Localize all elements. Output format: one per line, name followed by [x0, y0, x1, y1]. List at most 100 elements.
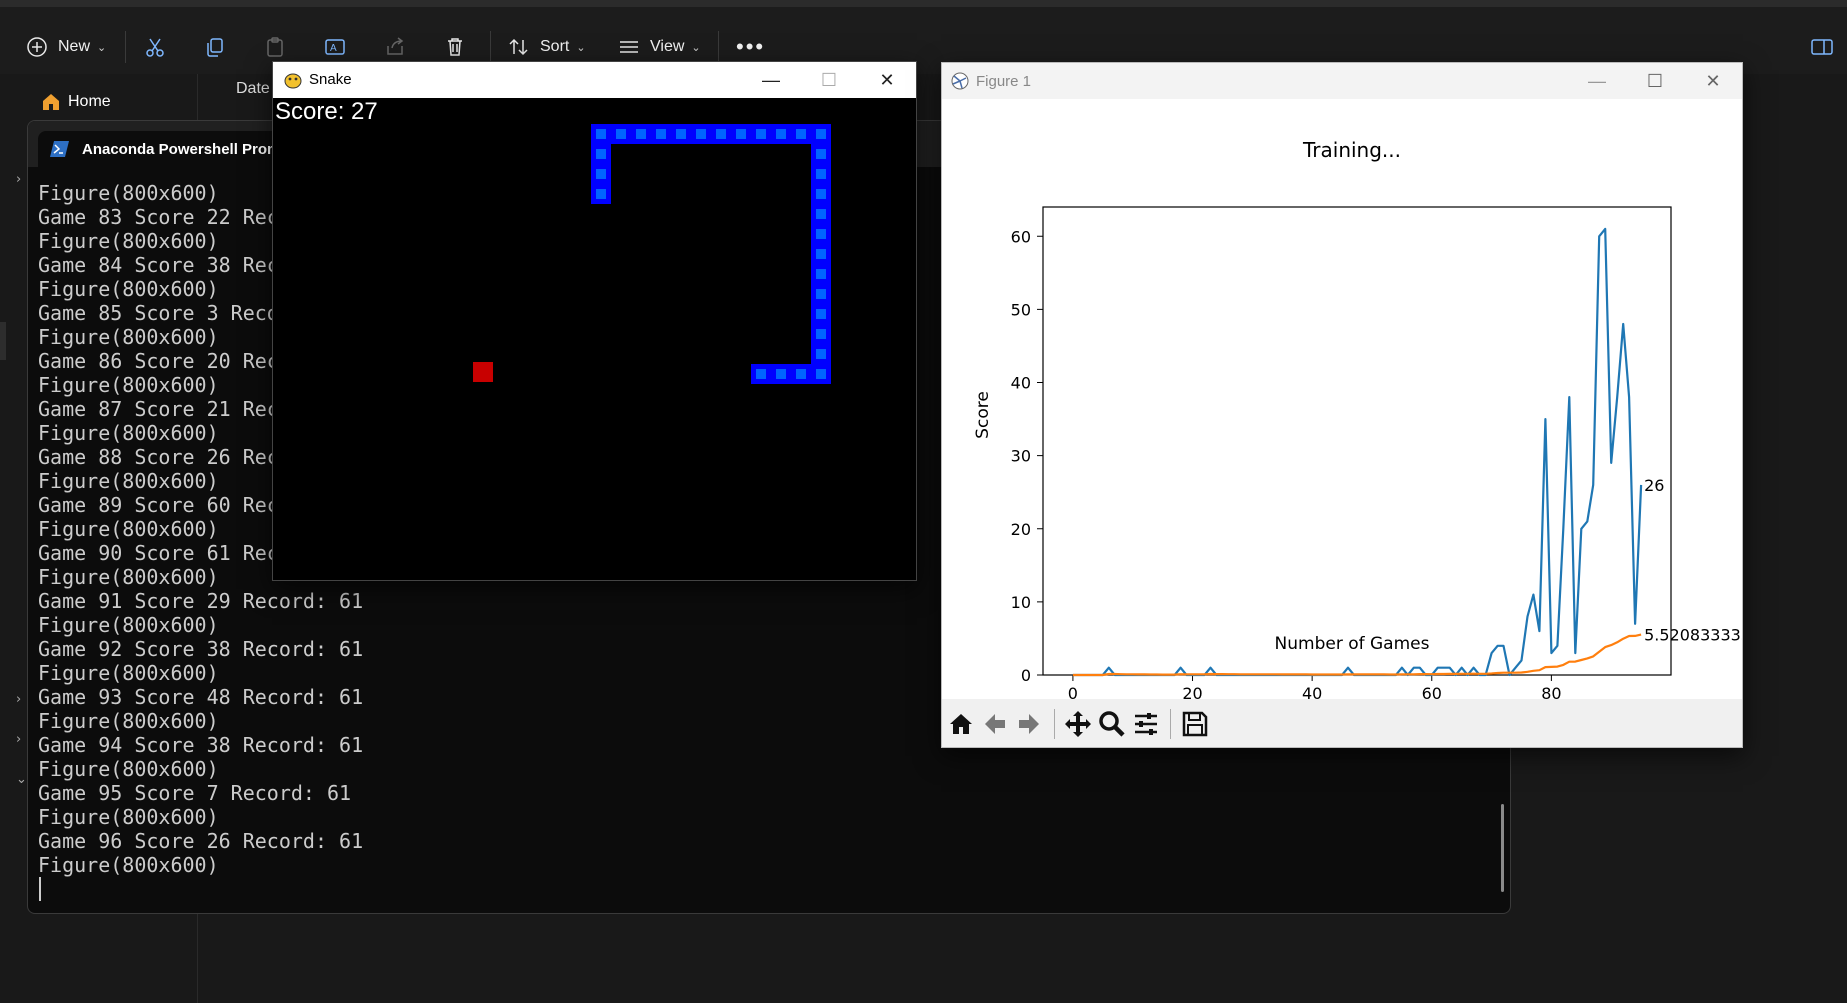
sort-arrows-icon	[509, 38, 528, 56]
toolbar-divider	[490, 31, 491, 63]
toolbar-divider	[1170, 709, 1171, 739]
y-tick-label: 30	[1011, 447, 1031, 466]
terminal-line: Game 93 Score 48 Record: 61	[38, 685, 364, 709]
view-button[interactable]: View ⌄	[618, 29, 701, 65]
forward-button[interactable]	[1012, 707, 1046, 741]
snake-segment-inner	[736, 129, 746, 139]
toolbar-divider	[125, 31, 126, 63]
rename-icon: A	[325, 39, 345, 55]
chevron-right-icon[interactable]: ›	[16, 172, 21, 187]
chevron-right-icon[interactable]: ›	[16, 692, 21, 707]
chevron-down-icon[interactable]: ⌄	[16, 772, 27, 787]
terminal-line: Figure(800x600)	[38, 709, 219, 733]
snake-segment-inner	[596, 169, 606, 179]
minimize-button[interactable]: —	[1568, 63, 1626, 99]
share-button[interactable]	[384, 29, 406, 65]
minimize-button[interactable]: —	[742, 62, 800, 98]
copy-button[interactable]	[204, 29, 226, 65]
x-tick-label: 20	[1182, 684, 1202, 699]
y-tick-label: 40	[1011, 374, 1031, 393]
terminal-line: Figure(800x600)	[38, 853, 219, 877]
terminal-line: Game 94 Score 38 Record: 61	[38, 733, 364, 757]
save-figure-button[interactable]	[1178, 707, 1212, 741]
snake-segment-inner	[816, 309, 826, 319]
game-canvas[interactable]: Score: 27	[273, 98, 916, 580]
chevron-right-icon[interactable]: ›	[16, 732, 21, 747]
snake-segment-inner	[656, 129, 666, 139]
move-arrows-icon	[1065, 711, 1091, 737]
snake-segment-inner	[596, 129, 606, 139]
snake-segment-inner	[816, 329, 826, 339]
close-button[interactable]: ✕	[1684, 63, 1742, 99]
scissors-icon	[146, 38, 164, 57]
snake-segment-inner	[816, 369, 826, 379]
snake-segment-inner	[716, 129, 726, 139]
home-icon	[43, 94, 59, 110]
snake-titlebar: Snake — ☐ ✕	[273, 62, 916, 98]
maximize-button[interactable]: ☐	[1626, 63, 1684, 99]
x-tick-label: 60	[1422, 684, 1442, 699]
scrollbar-thumb[interactable]	[1501, 804, 1504, 892]
snake-segment-inner	[816, 349, 826, 359]
figure-window[interactable]: Figure 1 — ☐ ✕ Training... Number of Gam…	[941, 62, 1743, 748]
home-label: Home	[68, 93, 111, 110]
zoom-button[interactable]	[1095, 707, 1129, 741]
chevron-down-icon: ⌄	[691, 41, 701, 54]
back-button[interactable]	[978, 707, 1012, 741]
series-end-label: 26	[1644, 476, 1664, 495]
pan-button[interactable]	[1061, 707, 1095, 741]
y-tick-label: 10	[1011, 593, 1031, 612]
column-header-date[interactable]: Date	[236, 80, 270, 98]
snake-segment-inner	[676, 129, 686, 139]
close-icon: ✕	[1705, 70, 1721, 91]
toolbar-divider	[1054, 709, 1055, 739]
chart-title: Training...	[1302, 138, 1401, 162]
snake-window[interactable]: Snake — ☐ ✕ Score: 27	[272, 61, 917, 581]
y-tick-label: 50	[1011, 300, 1031, 319]
terminal-line: Game 92 Score 38 Record: 61	[38, 637, 364, 661]
figure-window-title: Figure 1	[976, 73, 1032, 90]
snake-segment-inner	[616, 129, 626, 139]
minimize-icon: —	[1588, 70, 1606, 91]
minimize-icon: —	[762, 69, 780, 90]
new-label: New	[58, 38, 91, 55]
y-axis-label: Score	[973, 391, 993, 439]
nav-item-home[interactable]: Home	[40, 88, 111, 116]
paste-button[interactable]	[264, 29, 286, 65]
plus-circle-icon	[27, 37, 47, 57]
x-tick-label: 80	[1541, 684, 1561, 699]
terminal-line: Figure(800x600)	[38, 661, 219, 685]
sort-button[interactable]: Sort ⌄	[508, 29, 586, 65]
terminal-line: Figure(800x600)	[38, 805, 219, 829]
close-button[interactable]: ✕	[858, 62, 916, 98]
cut-button[interactable]	[144, 29, 166, 65]
maximize-button[interactable]: ☐	[800, 62, 858, 98]
x-tick-label: 0	[1068, 684, 1078, 699]
arrow-left-icon	[985, 714, 1005, 734]
copy-icon	[207, 38, 223, 57]
more-options-button[interactable]: •••	[736, 29, 765, 65]
chart-series-group: 26 5.520833333	[1072, 227, 1742, 677]
series-line-0	[1072, 227, 1643, 677]
snake-segment-inner	[816, 269, 826, 279]
figure-toolbar	[942, 699, 1742, 747]
terminal-tab-title: Anaconda Powershell Prom	[82, 140, 281, 158]
snake-segment-inner	[816, 129, 826, 139]
snake-segment-inner	[596, 149, 606, 159]
rename-button[interactable]: A	[324, 29, 348, 65]
chevron-down-icon: ⌄	[97, 41, 107, 54]
magnifier-icon	[1099, 711, 1125, 737]
configure-subplots-button[interactable]	[1129, 707, 1163, 741]
view-lines-icon	[620, 41, 638, 53]
terminal-line: Figure(800x600)	[38, 613, 219, 637]
details-pane-button[interactable]	[1810, 29, 1834, 65]
matplotlib-icon	[951, 72, 969, 90]
delete-button[interactable]	[444, 29, 466, 65]
new-button[interactable]: New ⌄	[26, 29, 106, 65]
snake-segment-inner	[776, 369, 786, 379]
powershell-icon	[50, 141, 69, 157]
home-view-button[interactable]	[944, 707, 978, 741]
snake-segment-inner	[596, 189, 606, 199]
floppy-disk-icon	[1182, 711, 1208, 737]
close-icon: ✕	[879, 69, 895, 90]
